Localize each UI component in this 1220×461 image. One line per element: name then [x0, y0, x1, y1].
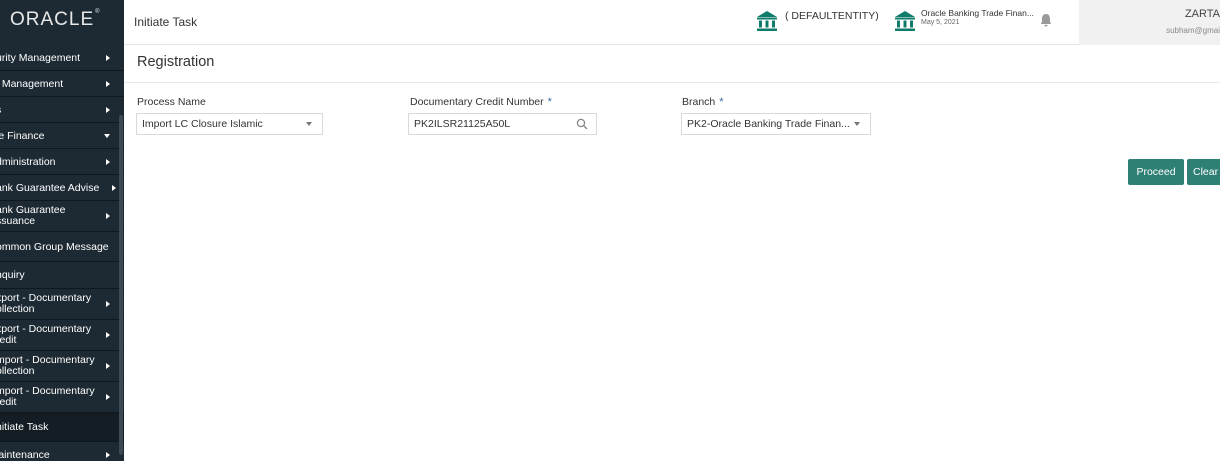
chevron-right-icon: [106, 158, 110, 165]
sidebar-item-bank-guarantee-issuance[interactable]: ank Guaranteessuance: [0, 201, 124, 232]
process-name-select[interactable]: Import LC Closure Islamic: [136, 113, 323, 135]
bell-icon[interactable]: [1040, 13, 1052, 27]
branch-label: Branch *: [682, 96, 724, 108]
sidebar-item-label: ank Guaranteessuance: [0, 204, 66, 227]
dc-number-label: Documentary Credit Number *: [410, 96, 552, 108]
entity-selector[interactable]: ( DEFAULTENTITY): [785, 10, 879, 22]
process-name-label: Process Name: [137, 96, 206, 108]
sidebar-item-label: ommon Group Message: [0, 240, 109, 253]
branch-name: Oracle Banking Trade Finan...: [921, 8, 1034, 18]
chevron-right-icon: [106, 106, 110, 113]
sidebar-item-common-group-message[interactable]: ommon Group Message: [0, 232, 124, 262]
sidebar-item-label: s: [0, 104, 19, 116]
sidebar: ORACLE® urity Management : Management s …: [0, 0, 124, 461]
sidebar-item-label: xport - Documentaryollection: [0, 292, 92, 315]
sidebar-item-trade-finance[interactable]: le Finance: [0, 123, 124, 149]
sidebar-item-import-documentary-credit[interactable]: mport - Documentaryredit: [0, 382, 124, 413]
sidebar-item-export-documentary-credit[interactable]: xport - Documentaryredit: [0, 320, 124, 351]
sidebar-item-enquiry[interactable]: nquiry: [0, 262, 124, 289]
sidebar-item-label: dministration: [0, 155, 56, 168]
search-icon[interactable]: [576, 118, 588, 130]
chevron-right-icon: [106, 394, 110, 400]
page-title: Initiate Task: [134, 15, 198, 29]
sidebar-item-label: nitiate Task: [0, 421, 49, 433]
sidebar-item-label: ank Guarantee Advise: [0, 181, 100, 194]
user-profile[interactable]: ZARTA subham@gmai: [1079, 0, 1220, 45]
bank-icon[interactable]: [756, 10, 778, 32]
chevron-down-icon: [306, 122, 312, 126]
sidebar-item-label: nquiry: [0, 269, 25, 281]
branch-value: PK2-Oracle Banking Trade Finan...: [687, 118, 850, 130]
chevron-right-icon: [106, 54, 110, 61]
required-mark: *: [547, 96, 552, 108]
sidebar-item-maintenance[interactable]: laintenance: [0, 442, 124, 461]
sidebar-item-label: mport - Documentaryollection: [0, 354, 95, 377]
chevron-right-icon: [106, 213, 110, 219]
branch-select[interactable]: PK2-Oracle Banking Trade Finan...: [681, 113, 871, 135]
branch-bank-icon[interactable]: [894, 10, 916, 32]
chevron-right-icon: [106, 451, 110, 458]
divider: [124, 82, 1220, 83]
section-title: Registration: [137, 54, 215, 70]
chevron-right-icon: [106, 301, 110, 307]
dc-number-input[interactable]: PK2ILSR21125A50L: [408, 113, 597, 135]
sidebar-item-administration[interactable]: dministration: [0, 149, 124, 175]
branch-selector[interactable]: Oracle Banking Trade Finan... May 5, 202…: [921, 9, 1034, 27]
user-email: subham@gmai: [1166, 26, 1220, 35]
sidebar-item-export-documentary-collection[interactable]: xport - Documentaryollection: [0, 289, 124, 320]
sidebar-item-label: laintenance: [0, 448, 50, 461]
sidebar-item-security-management[interactable]: urity Management: [0, 45, 124, 71]
sidebar-item-label: urity Management: [0, 51, 81, 64]
sidebar-menu: urity Management : Management s le Finan…: [0, 45, 124, 461]
chevron-right-icon: [106, 80, 110, 87]
top-bar: Initiate Task ( DEFAULTENTITY) Oracle Ba…: [124, 0, 1220, 45]
required-mark: *: [719, 96, 724, 108]
user-name: ZARTA: [1184, 8, 1220, 20]
branch-date: May 5, 2021: [921, 19, 960, 26]
dc-number-value: PK2ILSR21125A50L: [414, 118, 511, 130]
sidebar-scrollbar[interactable]: [119, 115, 123, 455]
sidebar-item-tasks[interactable]: s: [0, 97, 124, 123]
sidebar-item-bank-guarantee-advise[interactable]: ank Guarantee Advise: [0, 175, 124, 201]
logo-area: ORACLE®: [0, 0, 124, 45]
sidebar-item-label: le Finance: [0, 129, 45, 142]
sidebar-item-task-management[interactable]: : Management: [0, 71, 124, 97]
oracle-logo[interactable]: ORACLE®: [10, 9, 101, 31]
sidebar-item-import-documentary-collection[interactable]: mport - Documentaryollection: [0, 351, 124, 382]
chevron-down-icon: [104, 133, 110, 138]
proceed-button[interactable]: Proceed: [1128, 159, 1184, 185]
clear-button[interactable]: Clear: [1187, 159, 1220, 185]
chevron-right-icon: [106, 332, 110, 338]
sidebar-item-label: xport - Documentaryredit: [0, 323, 92, 346]
sidebar-item-label: : Management: [0, 77, 64, 90]
sidebar-item-label: mport - Documentaryredit: [0, 385, 95, 408]
sidebar-item-initiate-task[interactable]: nitiate Task: [0, 413, 124, 442]
chevron-right-icon: [106, 363, 110, 369]
chevron-down-icon: [854, 122, 860, 126]
process-name-value: Import LC Closure Islamic: [142, 118, 263, 130]
chevron-right-icon: [112, 184, 116, 191]
